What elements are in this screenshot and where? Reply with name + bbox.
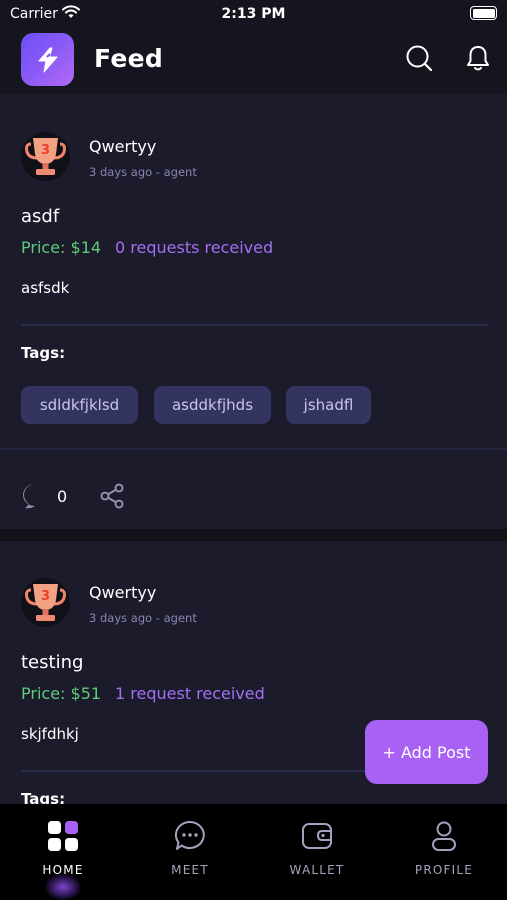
post-title: asdf xyxy=(21,206,60,227)
lightning-logo-icon xyxy=(38,47,57,72)
nav-item-profile[interactable]: PROFILE xyxy=(381,804,507,900)
active-indicator xyxy=(45,874,81,900)
tags-label: Tags: xyxy=(21,790,66,804)
trophy-icon: 3 xyxy=(25,584,66,621)
battery-icon xyxy=(470,6,497,20)
search-icon xyxy=(406,45,433,72)
share-button[interactable] xyxy=(99,483,125,509)
card-separator xyxy=(0,529,507,541)
tag-chip[interactable]: sdldkfjklsd xyxy=(21,386,138,424)
post-title: testing xyxy=(21,652,84,673)
chat-bubble-icon xyxy=(174,820,205,850)
share-icon xyxy=(100,483,124,509)
post-price: Price: $14 xyxy=(21,238,102,257)
comment-icon xyxy=(23,484,43,509)
wallet-icon xyxy=(302,823,332,849)
post-requests[interactable]: 1 request received xyxy=(115,684,265,703)
post-description: asfsdk xyxy=(21,279,70,297)
post-author[interactable]: Qwertyy xyxy=(89,583,156,602)
svg-text:3: 3 xyxy=(41,589,50,604)
post-meta: 3 days ago - agent xyxy=(89,165,197,179)
nav-label: WALLET xyxy=(289,863,345,877)
home-grid-icon xyxy=(48,821,78,851)
app-header: Feed xyxy=(0,28,507,94)
profile-icon xyxy=(432,821,456,851)
post-card[interactable]: 3 Qwertyy 3 days ago - agent asdf Price:… xyxy=(0,94,507,529)
app-logo xyxy=(21,33,74,86)
post-price: Price: $51 xyxy=(21,684,102,703)
status-time: 2:13 PM xyxy=(221,6,286,22)
add-post-button[interactable]: + Add Post xyxy=(365,720,488,784)
search-button[interactable] xyxy=(404,43,434,73)
nav-label: MEET xyxy=(171,863,209,877)
status-bar: Carrier 2:13 PM xyxy=(0,0,507,28)
bottom-nav: HOME MEET WALLET PROFILE xyxy=(0,804,507,900)
nav-item-wallet[interactable]: WALLET xyxy=(254,804,380,900)
nav-label: PROFILE xyxy=(414,863,474,877)
comment-button[interactable] xyxy=(21,482,49,510)
tag-chip[interactable]: asddkfjhds xyxy=(154,386,271,424)
bell-icon xyxy=(467,46,489,71)
post-description: skjfdhkj xyxy=(21,725,79,743)
post-requests[interactable]: 0 requests received xyxy=(115,238,273,257)
comment-count: 0 xyxy=(57,487,68,506)
trophy-icon: 3 xyxy=(25,138,66,175)
nav-item-meet[interactable]: MEET xyxy=(127,804,253,900)
svg-text:3: 3 xyxy=(41,143,50,158)
tags-label: Tags: xyxy=(21,344,66,362)
notifications-button[interactable] xyxy=(463,43,493,73)
feed-list[interactable]: 3 Qwertyy 3 days ago - agent asdf Price:… xyxy=(0,94,507,804)
post-meta: 3 days ago - agent xyxy=(89,611,197,625)
page-title: Feed xyxy=(94,44,164,73)
nav-item-home[interactable]: HOME xyxy=(0,804,126,900)
avatar[interactable]: 3 xyxy=(21,578,70,627)
post-author[interactable]: Qwertyy xyxy=(89,137,156,156)
avatar[interactable]: 3 xyxy=(21,132,70,181)
tag-chip[interactable]: jshadfl xyxy=(286,386,371,424)
divider xyxy=(0,448,507,450)
divider xyxy=(21,324,488,326)
